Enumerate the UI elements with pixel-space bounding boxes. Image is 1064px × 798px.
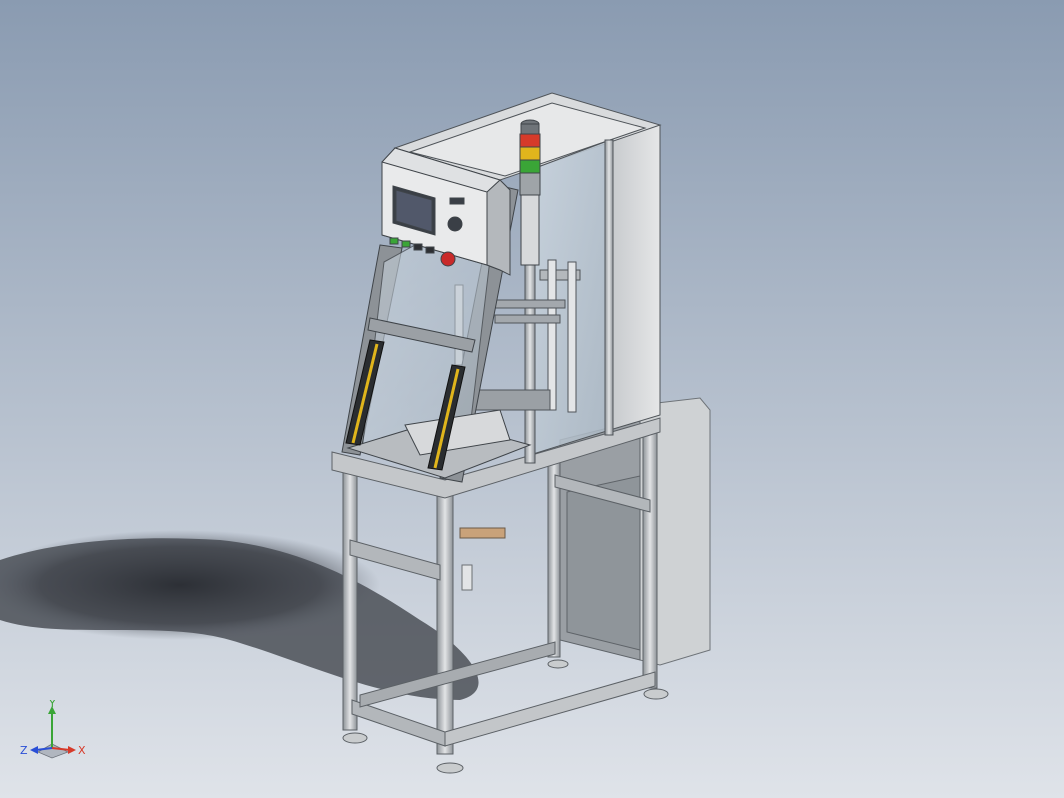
stack-light-red (519, 133, 541, 148)
stack-light-green (519, 159, 541, 174)
x-axis-arrowhead (68, 746, 76, 754)
machine-model-view[interactable] (0, 0, 1064, 798)
stack-light[interactable] (519, 119, 541, 266)
y-axis-label: Y (48, 700, 56, 710)
start-button (389, 237, 399, 245)
pneumatic-fittings[interactable] (459, 527, 506, 591)
stack-light-yellow (519, 146, 541, 161)
emergency-stop-button (440, 251, 456, 267)
x-axis-label: X (78, 744, 86, 757)
z-axis-label: Z (20, 744, 28, 757)
z-axis-arrowhead (30, 746, 38, 754)
graphics-viewport[interactable]: Y X Z (0, 0, 1064, 798)
orientation-triad[interactable]: Y X Z (20, 700, 90, 764)
selector-knob (447, 216, 463, 232)
